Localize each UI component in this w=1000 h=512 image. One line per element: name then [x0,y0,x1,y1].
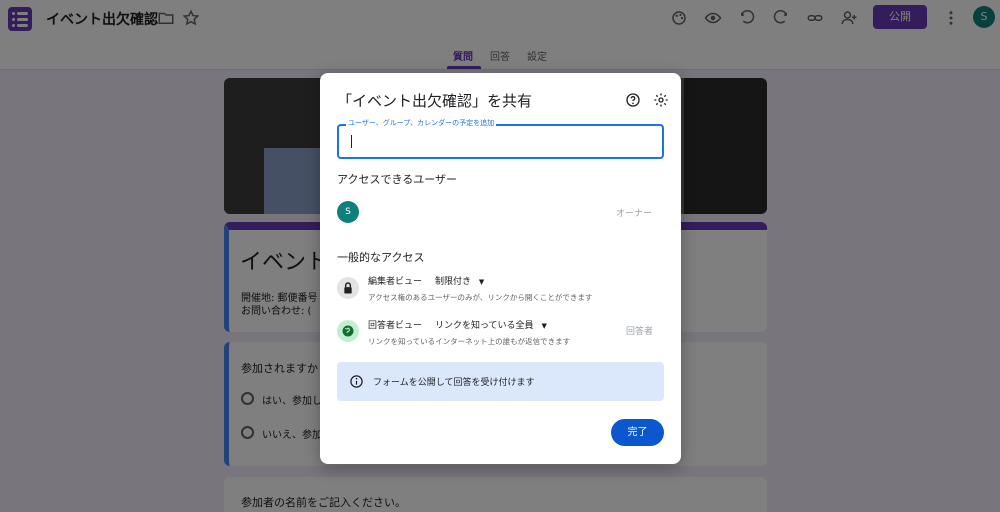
info-banner: フォームを公開して回答を受け付けます [337,362,664,401]
info-icon [349,374,364,389]
responder-role-label: 回答者 [626,327,654,337]
lock-icon [337,277,359,299]
owner-label: オーナー [616,209,653,219]
responder-access-dropdown[interactable]: リンクを知っている全員 ▼ [435,318,547,331]
help-icon[interactable] [625,92,641,108]
editor-access-value: 制限付き [435,277,472,287]
responder-view-label: 回答者ビュー [368,321,423,331]
dropdown-arrow-icon: ▼ [478,278,485,286]
editor-access-description: アクセス権のあるユーザーのみが、リンクから開くことができます [368,293,593,302]
user-avatar: S [337,201,359,223]
add-people-input-label: ユーザー、グループ、カレンダーの予定を追加 [346,118,497,128]
globe-icon [337,320,359,342]
settings-gear-icon[interactable] [653,92,669,108]
responder-access-description: リンクを知っているインターネット上の誰もが返信できます [368,337,571,346]
done-button[interactable]: 完了 [611,419,664,446]
dropdown-arrow-icon: ▼ [541,322,547,330]
dialog-title: 「イベント出欠確認」を共有 [337,92,533,110]
info-text: フォームを公開して回答を受け付けます [373,378,535,388]
add-people-input[interactable] [337,124,664,159]
text-cursor [351,135,352,148]
general-access-heading: 一般的なアクセス [337,251,425,264]
access-users-heading: アクセスできるユーザー [337,173,458,186]
editor-view-label: 編集者ビュー [368,277,423,287]
share-dialog: 「イベント出欠確認」を共有 ユーザー、グループ、カレンダーの予定を追加 アクセス… [320,73,681,464]
responder-access-value: リンクを知っている全員 [435,321,534,331]
editor-access-dropdown[interactable]: 制限付き ▼ [435,274,484,287]
